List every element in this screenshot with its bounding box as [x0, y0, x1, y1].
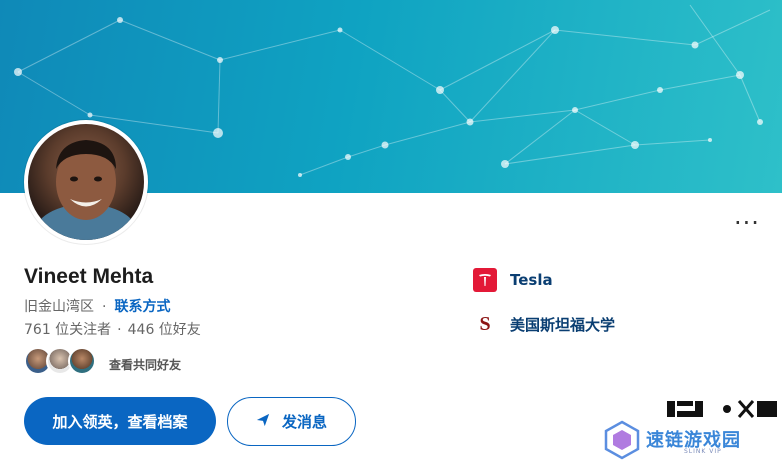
join-button-label: 加入领英，查看档案 — [52, 412, 188, 431]
tesla-logo-icon — [473, 268, 497, 292]
send-icon — [256, 413, 270, 431]
org-item-tesla[interactable]: Tesla — [473, 268, 553, 292]
message-button-label: 发消息 — [281, 413, 327, 431]
join-to-view-profile-button[interactable]: 加入领英，查看档案 — [24, 397, 216, 445]
org-name: Tesla — [510, 271, 553, 289]
followers-count: 761 位关注者 — [24, 322, 112, 338]
profile-location: 旧金山湾区 — [24, 299, 94, 315]
profile-avatar — [24, 120, 148, 244]
contact-info-link[interactable]: 联系方式 — [114, 299, 170, 315]
view-mutual-connections-link[interactable]: 查看共同好友 — [109, 356, 181, 373]
separator-dot: · — [102, 299, 107, 315]
watermark-subtext: SLINK VIP — [684, 448, 722, 455]
profile-stats-row: 761 位关注者 · 446 位好友 — [24, 319, 201, 339]
stanford-logo-icon: S — [473, 312, 497, 336]
send-message-button[interactable]: 发消息 — [227, 397, 356, 446]
avatar-photo — [28, 124, 144, 240]
org-item-stanford[interactable]: S 美国斯坦福大学 — [473, 312, 615, 336]
org-name: 美国斯坦福大学 — [510, 315, 616, 334]
connections-count: 446 位好友 — [127, 322, 201, 338]
separator-dot: · — [117, 322, 122, 338]
profile-name: Vineet Mehta — [24, 265, 154, 288]
mutual-avatar — [68, 347, 96, 375]
more-options-button[interactable]: ... — [734, 204, 760, 228]
profile-location-row: 旧金山湾区 · 联系方式 — [24, 296, 170, 316]
watermark-mark-icon — [667, 400, 777, 418]
